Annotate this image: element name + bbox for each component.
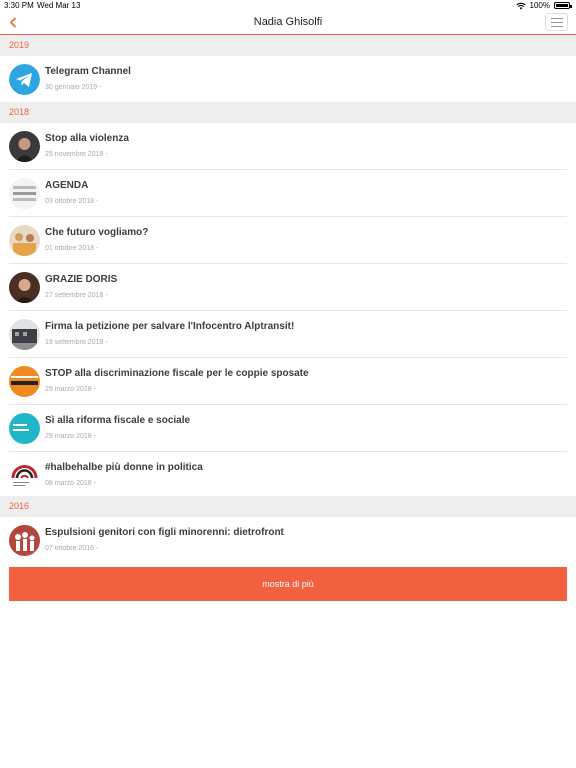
item-title: AGENDA [45, 180, 89, 191]
list-item[interactable]: Stop alla violenza 25 novembre 2018 - [0, 123, 576, 170]
item-date: 01 ottobre 2018 - [45, 245, 99, 252]
item-date: 19 settembre 2018 - [45, 339, 108, 346]
list-item[interactable]: #halbehalbe più donne in politica 08 mar… [0, 452, 576, 499]
battery-icon [554, 2, 572, 9]
item-title: STOP alla discriminazione fiscale per le… [45, 368, 309, 379]
item-date: 03 ottobre 2018 - [45, 198, 99, 205]
status-right: 100% [515, 1, 572, 10]
list-item[interactable]: GRAZIE DORIS 27 settembre 2018 - [0, 264, 576, 311]
hamburger-icon [551, 18, 563, 27]
item-date: 29 marzo 2018 - [45, 433, 96, 440]
item-date: 30 gennaio 2019 - [45, 84, 102, 91]
calendar-thumbnail [9, 178, 40, 209]
wifi-icon [515, 2, 526, 9]
woman-portrait-thumbnail [9, 131, 40, 162]
people-thumbnail [9, 225, 40, 256]
list-item[interactable]: STOP alla discriminazione fiscale per le… [0, 358, 576, 405]
nav-bar: Nadia Ghisolfi [0, 11, 576, 35]
item-title: Espulsioni genitori con figli minorenni:… [45, 527, 284, 538]
status-date: Wed Mar 13 [37, 1, 81, 10]
family-thumbnail [9, 525, 40, 556]
campaign-badge-thumbnail [9, 366, 40, 397]
item-title: Telegram Channel [45, 66, 131, 77]
status-time: 3:30 PM [4, 1, 34, 10]
campaign-logo-thumbnail [9, 460, 40, 491]
telegram-icon [9, 64, 40, 95]
show-more-button[interactable]: mostra di più [9, 567, 567, 601]
item-title: #halbehalbe più donne in politica [45, 462, 203, 473]
year-header-2019: 2019 [0, 35, 576, 56]
list-item[interactable]: Espulsioni genitori con figli minorenni:… [0, 517, 576, 564]
menu-button[interactable] [545, 13, 568, 31]
woman-portrait-thumbnail [9, 272, 40, 303]
building-thumbnail [9, 319, 40, 350]
list-item[interactable]: Telegram Channel 30 gennaio 2019 - [0, 56, 576, 103]
page-title: Nadia Ghisolfi [253, 16, 323, 28]
list-item[interactable]: Che futuro vogliamo? 01 ottobre 2018 - [0, 217, 576, 264]
campaign-badge-thumbnail [9, 413, 40, 444]
list-item[interactable]: AGENDA 03 ottobre 2018 - [0, 170, 576, 217]
battery-percent: 100% [529, 1, 550, 10]
year-header-2018: 2018 [0, 102, 576, 123]
item-date: 25 novembre 2018 - [45, 151, 108, 158]
list-item[interactable]: Sì alla riforma fiscale e sociale 29 mar… [0, 405, 576, 452]
item-title: GRAZIE DORIS [45, 274, 118, 285]
item-date: 07 ottobre 2016 - [45, 545, 99, 552]
item-date: 29 marzo 2018 - [45, 386, 96, 393]
year-header-2016: 2016 [0, 496, 576, 517]
status-bar: 3:30 PM Wed Mar 13 100% [0, 0, 576, 11]
item-date: 08 marzo 2018 - [45, 480, 96, 487]
item-title: Sì alla riforma fiscale e sociale [45, 415, 191, 426]
item-date: 27 settembre 2018 - [45, 292, 108, 299]
item-title: Stop alla violenza [45, 133, 129, 144]
list-item[interactable]: Firma la petizione per salvare l'Infocen… [0, 311, 576, 358]
item-title: Firma la petizione per salvare l'Infocen… [45, 321, 295, 332]
item-title: Che futuro vogliamo? [45, 227, 149, 238]
